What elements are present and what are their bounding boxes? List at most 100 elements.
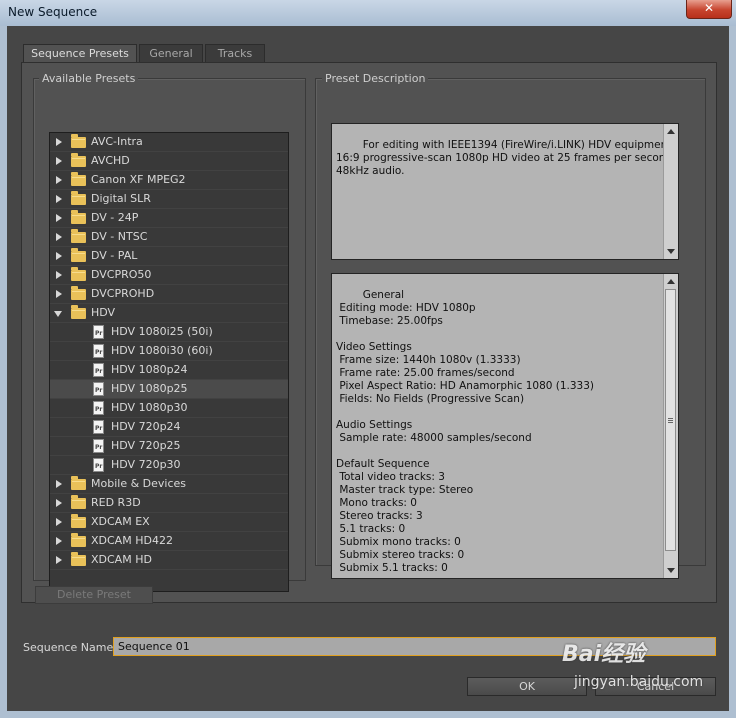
folder-icon: [71, 514, 86, 528]
dialog-client: Sequence Presets General Tracks Availabl…: [7, 26, 729, 711]
triangle-right-icon[interactable]: [56, 138, 62, 146]
preset-label: HDV 1080p30: [111, 401, 188, 414]
preset-label: DV - NTSC: [91, 230, 148, 243]
preset-label: XDCAM HD: [91, 553, 152, 566]
scroll-thumb[interactable]: [665, 289, 676, 551]
preset-label: HDV 720p30: [111, 458, 181, 471]
preset-folder-row[interactable]: DV - NTSC: [50, 228, 288, 247]
preset-folder-row[interactable]: Digital SLR: [50, 190, 288, 209]
details-scrollbar[interactable]: [663, 274, 678, 578]
triangle-right-icon[interactable]: [56, 214, 62, 222]
preset-file-icon: [93, 382, 104, 396]
preset-folder-row[interactable]: RED R3D: [50, 494, 288, 513]
folder-icon: [71, 286, 86, 300]
preset-folder-row[interactable]: DV - 24P: [50, 209, 288, 228]
scroll-up-icon[interactable]: [667, 129, 675, 134]
triangle-down-icon[interactable]: [54, 311, 62, 317]
folder-icon: [71, 191, 86, 205]
window-title: New Sequence: [8, 5, 98, 19]
triangle-right-icon[interactable]: [56, 290, 62, 298]
triangle-right-icon[interactable]: [56, 176, 62, 184]
preset-item-row[interactable]: HDV 1080i30 (60i): [50, 342, 288, 361]
triangle-right-icon[interactable]: [56, 556, 62, 564]
preset-label: AVC-Intra: [91, 135, 143, 148]
folder-icon: [71, 267, 86, 281]
preset-label: HDV 720p25: [111, 439, 181, 452]
folder-icon: [71, 134, 86, 148]
preset-folder-row[interactable]: XDCAM EX: [50, 513, 288, 532]
folder-icon: [71, 210, 86, 224]
scroll-down-icon[interactable]: [667, 568, 675, 573]
preset-label: HDV 720p24: [111, 420, 181, 433]
folder-icon: [71, 476, 86, 490]
preset-details-box: General Editing mode: HDV 1080p Timebase…: [331, 273, 679, 579]
scroll-down-icon[interactable]: [667, 249, 675, 254]
title-bar[interactable]: New Sequence ✕: [0, 0, 736, 26]
scroll-up-icon[interactable]: [667, 279, 675, 284]
delete-preset-button[interactable]: Delete Preset: [35, 586, 153, 604]
watermark-logo: Bai经验: [562, 642, 646, 667]
triangle-right-icon[interactable]: [56, 271, 62, 279]
triangle-right-icon[interactable]: [56, 499, 62, 507]
tab-tracks[interactable]: Tracks: [205, 44, 265, 62]
preset-file-icon: [93, 325, 104, 339]
preset-item-row[interactable]: HDV 720p30: [50, 456, 288, 475]
preset-label: XDCAM HD422: [91, 534, 173, 547]
preset-file-icon: [93, 401, 104, 415]
preset-folder-row[interactable]: XDCAM HD: [50, 551, 288, 570]
preset-item-row[interactable]: HDV 1080p25: [50, 380, 288, 399]
preset-label: HDV: [91, 306, 116, 319]
folder-icon: [71, 533, 86, 547]
triangle-right-icon[interactable]: [56, 157, 62, 165]
preset-file-icon: [93, 363, 104, 377]
preset-label: DV - PAL: [91, 249, 138, 262]
folder-icon: [71, 495, 86, 509]
sequence-presets-panel: Available Presets AVC-Intra AVCHD Canon XF…: [21, 62, 717, 603]
preset-folder-row[interactable]: HDV: [50, 304, 288, 323]
preset-folder-row[interactable]: DV - PAL: [50, 247, 288, 266]
triangle-right-icon[interactable]: [56, 233, 62, 241]
triangle-right-icon[interactable]: [56, 195, 62, 203]
preset-summary-text: For editing with IEEE1394 (FireWire/i.LI…: [336, 139, 676, 177]
preset-folder-row[interactable]: DVCPROHD: [50, 285, 288, 304]
triangle-right-icon[interactable]: [56, 518, 62, 526]
preset-item-row[interactable]: HDV 1080p30: [50, 399, 288, 418]
preset-folder-row[interactable]: AVCHD: [50, 152, 288, 171]
preset-item-row[interactable]: HDV 720p25: [50, 437, 288, 456]
preset-folder-row[interactable]: AVC-Intra: [50, 133, 288, 152]
triangle-right-icon[interactable]: [56, 480, 62, 488]
preset-folder-row[interactable]: DVCPRO50: [50, 266, 288, 285]
tab-sequence-presets[interactable]: Sequence Presets: [23, 44, 137, 62]
preset-description-label: Preset Description: [322, 72, 429, 85]
grip-line: [668, 418, 673, 419]
preset-file-icon: [93, 458, 104, 472]
triangle-right-icon[interactable]: [56, 537, 62, 545]
preset-label: HDV 1080p25: [111, 382, 188, 395]
preset-folder-row[interactable]: Canon XF MPEG2: [50, 171, 288, 190]
summary-scrollbar[interactable]: [663, 124, 678, 259]
grip-line: [668, 422, 673, 423]
close-button[interactable]: ✕: [686, 0, 732, 19]
preset-label: Canon XF MPEG2: [91, 173, 186, 186]
preset-label: Mobile & Devices: [91, 477, 187, 490]
preset-tree[interactable]: AVC-Intra AVCHD Canon XF MPEG2 Digital SLR D…: [49, 132, 289, 592]
tab-general[interactable]: General: [139, 44, 203, 62]
triangle-right-icon[interactable]: [56, 252, 62, 260]
preset-label: HDV 1080p24: [111, 363, 188, 376]
preset-file-icon: [93, 344, 104, 358]
watermark-site: jingyan.baidu.com: [574, 674, 704, 690]
preset-item-row[interactable]: HDV 1080i25 (50i): [50, 323, 288, 342]
preset-label: RED R3D: [91, 496, 141, 509]
preset-file-icon: [93, 420, 104, 434]
preset-item-row[interactable]: HDV 720p24: [50, 418, 288, 437]
preset-folder-row[interactable]: Mobile & Devices: [50, 475, 288, 494]
preset-folder-row[interactable]: XDCAM HD422: [50, 532, 288, 551]
folder-icon: [71, 172, 86, 186]
preset-label: DVCPRO50: [91, 268, 152, 281]
folder-icon: [71, 248, 86, 262]
preset-summary-box: For editing with IEEE1394 (FireWire/i.LI…: [331, 123, 679, 260]
dialog-window: New Sequence ✕ Sequence Presets General …: [0, 0, 736, 718]
folder-icon: [71, 153, 86, 167]
preset-label: HDV 1080i25 (50i): [111, 325, 213, 338]
preset-item-row[interactable]: HDV 1080p24: [50, 361, 288, 380]
